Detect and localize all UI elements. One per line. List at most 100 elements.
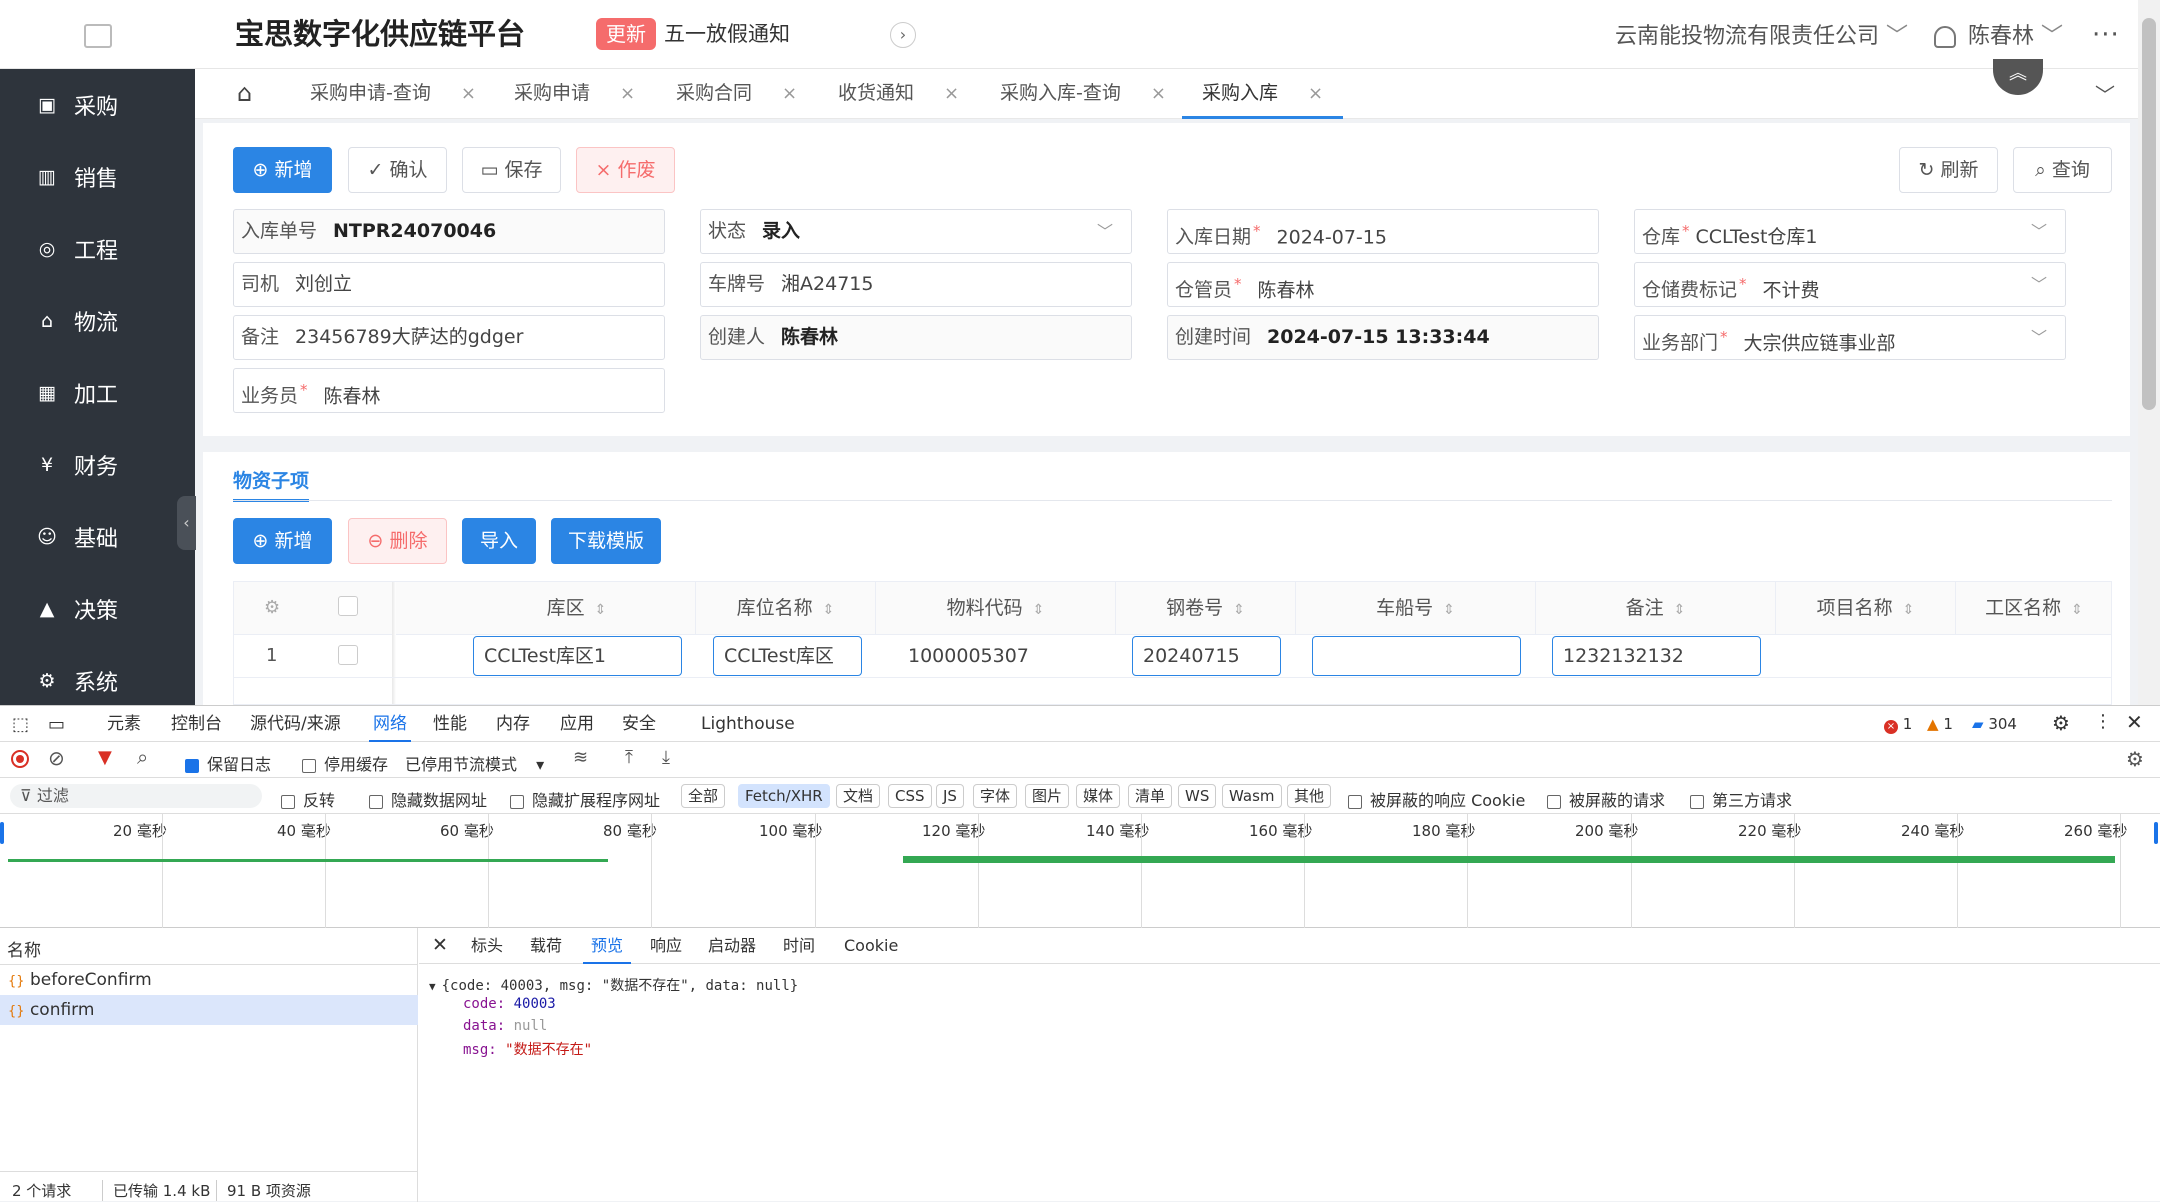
location-input[interactable]: CCLTest库区 [713,636,862,676]
user-menu[interactable]: 陈春林 ﹀ [1968,20,2063,54]
keeper-field[interactable]: 仓管员 * 陈春林 [1167,262,1599,307]
close-icon[interactable]: × [1151,83,1166,104]
devtools-tab-security[interactable]: 安全 [622,706,656,742]
detail-tab-timing[interactable]: 时间 [783,928,815,964]
import-har-icon[interactable]: ⤒ [625,747,633,768]
sidebar-collapse-button[interactable]: ‹ [177,496,196,550]
filter-input[interactable]: ⊽ 过滤 [10,784,262,808]
close-detail-icon[interactable]: ✕ [432,934,448,956]
timeline-overview[interactable]: 20 毫秒 40 毫秒 60 毫秒 80 毫秒 100 毫秒 120 毫秒 14… [0,814,2160,928]
devtools-tab-elements[interactable]: 元素 [107,706,141,742]
ship-no-input[interactable] [1312,636,1521,676]
delete-item-button[interactable]: ⊖ 删除 [348,518,447,564]
column-header-material-code[interactable]: 物料代码 ⇕ [876,582,1116,634]
select-all-checkbox[interactable] [338,596,358,616]
column-header-location[interactable]: 库位名称 ⇕ [696,582,876,634]
devtools-tab-lighthouse[interactable]: Lighthouse [701,706,795,742]
sidebar-item-decision[interactable]: ▲ 决策 [0,573,195,645]
timeline-handle-left[interactable] [0,822,4,844]
company-select[interactable]: 云南能投物流有限责任公司 ﹀ [1615,20,1908,54]
row-checkbox[interactable] [338,645,358,665]
download-template-button[interactable]: 下载模版 [551,518,661,564]
warehouse-select[interactable]: 仓库 * CCLTest仓库1 ﹀ [1634,209,2066,254]
column-header-ship-no[interactable]: 车船号 ⇕ [1296,582,1536,634]
sidebar-item-sales[interactable]: ▥ 销售 [0,141,195,213]
salesman-field[interactable]: 业务员 * 陈春林 [233,368,665,413]
clear-icon[interactable]: ⊘ [48,746,65,770]
disable-cache-checkbox[interactable]: 停用缓存 [302,751,388,775]
items-section-tab[interactable]: 物资子项 [233,462,310,502]
column-header-remark[interactable]: 备注 ⇕ [1536,582,1776,634]
close-icon[interactable]: × [461,83,476,104]
close-icon[interactable]: × [620,83,635,104]
more-icon[interactable]: ··· [2092,20,2120,50]
tab-purchase-inbound[interactable]: 采购入库 × [1182,69,1344,119]
inbound-date-field[interactable]: 入库日期 * 2024-07-15 [1167,209,1599,254]
type-filter-ws[interactable]: WS [1178,784,1217,808]
detail-tab-cookies[interactable]: Cookie [844,928,898,964]
error-count[interactable]: × 1 [1884,715,1912,734]
third-party-checkbox[interactable]: 第三方请求 [1690,787,1792,811]
devtools-tab-network[interactable]: 网络 [369,706,411,742]
close-icon[interactable]: × [944,83,959,104]
type-filter-other[interactable]: 其他 [1287,784,1332,808]
page-scrollbar[interactable] [2138,0,2160,705]
devtools-tab-sources[interactable]: 源代码/来源 [250,706,341,742]
remark-field[interactable]: 备注 23456789大萨达的gdger [233,315,665,360]
detail-tab-preview[interactable]: 预览 [583,928,632,964]
column-settings-icon[interactable]: ⚙ [264,597,280,618]
device-toggle-icon[interactable]: ▭ [48,714,65,735]
timeline-handle-right[interactable] [2154,822,2158,844]
detail-tab-payload[interactable]: 载荷 [530,928,562,964]
status-select[interactable]: 状态 录入 ﹀ [700,209,1132,254]
type-filter-css[interactable]: CSS [888,784,932,808]
close-devtools-icon[interactable]: ✕ [2126,710,2143,734]
void-button[interactable]: × 作废 [576,147,675,193]
devtools-tab-application[interactable]: 应用 [560,706,594,742]
network-settings-icon[interactable]: ⚙ [2126,747,2144,771]
list-item[interactable]: {} confirm [0,995,418,1025]
list-item[interactable]: {} beforeConfirm [0,965,418,995]
import-button[interactable]: 导入 [462,518,536,564]
sidebar-item-basic[interactable]: ☺ 基础 [0,501,195,573]
hide-extension-urls-checkbox[interactable]: 隐藏扩展程序网址 [510,787,660,811]
detail-tab-initiator[interactable]: 启动器 [708,928,756,964]
devtools-tab-console[interactable]: 控制台 [171,706,222,742]
notice-text[interactable]: 五一放假通知 [664,18,790,50]
type-filter-font[interactable]: 字体 [973,784,1018,808]
record-icon[interactable] [11,750,29,768]
driver-field[interactable]: 司机 刘创立 [233,262,665,307]
chevron-right-icon[interactable]: › [890,22,916,48]
type-filter-manifest[interactable]: 清单 [1128,784,1173,808]
update-badge[interactable]: 更新 [596,18,656,50]
devtools-tab-performance[interactable]: 性能 [433,706,467,742]
save-button[interactable]: ▭ 保存 [462,147,561,193]
sidebar-item-processing[interactable]: ▦ 加工 [0,357,195,429]
column-header-coil-no[interactable]: 钢卷号 ⇕ [1116,582,1296,634]
scrollbar-thumb[interactable] [2142,18,2156,410]
detail-tab-headers[interactable]: 标头 [471,928,503,964]
type-filter-img[interactable]: 图片 [1025,784,1070,808]
type-filter-fetch[interactable]: Fetch/XHR [738,784,830,808]
message-count[interactable]: ▰ 304 [1972,715,2017,733]
column-header-area[interactable]: 库区 ⇕ [458,582,696,634]
type-filter-js[interactable]: JS [936,784,964,808]
refresh-button[interactable]: ↻ 刷新 [1899,147,1998,193]
add-item-button[interactable]: ⊕ 新增 [233,518,332,564]
export-har-icon[interactable]: ⤓ [662,747,670,768]
search-icon[interactable]: ⌕ [137,745,148,769]
fee-flag-select[interactable]: 仓储费标记 * 不计费 ﹀ [1634,262,2066,307]
invert-checkbox[interactable]: 反转 [281,787,335,811]
sidebar-item-purchase[interactable]: ▣ 采购 [0,69,195,141]
tab-purchase-inbound-query[interactable]: 采购入库-查询 × [1000,69,1166,119]
devtools-tab-memory[interactable]: 内存 [496,706,530,742]
settings-icon[interactable]: ⚙ [2052,711,2070,735]
network-conditions-icon[interactable]: ≋ [573,747,588,768]
sidebar-item-finance[interactable]: ¥ 财务 [0,429,195,501]
type-filter-wasm[interactable]: Wasm [1222,784,1282,808]
confirm-button[interactable]: ✓ 确认 [348,147,447,193]
close-icon[interactable]: × [782,83,797,104]
tabs-more-icon[interactable]: ﹀ [2095,79,2115,108]
detail-tab-response[interactable]: 响应 [650,928,682,964]
inspect-icon[interactable]: ⬚ [12,714,29,735]
